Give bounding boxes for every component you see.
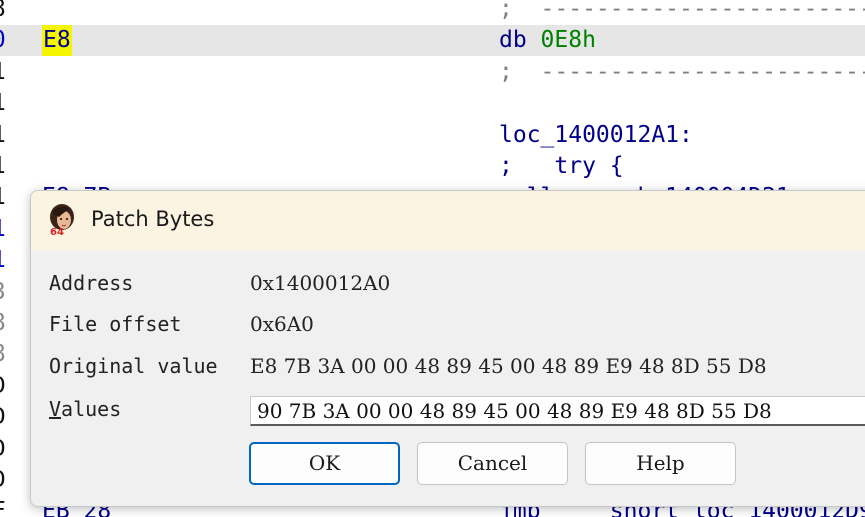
dialog-title: Patch Bytes [91, 207, 215, 231]
disasm-address: A8 [0, 308, 6, 339]
disasm-row[interactable]: A0 E8 db 0E8h [0, 25, 865, 57]
disasm-row[interactable]: A1 [0, 88, 865, 119]
disasm-address: A1 [0, 88, 6, 119]
help-button[interactable]: Help [585, 442, 736, 485]
values-label-mnemonic: V [49, 397, 62, 421]
disasm-code-part: ; try { [499, 153, 624, 179]
disasm-address: DD [0, 371, 6, 402]
original-value: E8 7B 3A 00 00 48 89 45 00 48 89 E9 48 8… [250, 354, 767, 378]
disasm-address: A1 [0, 120, 6, 151]
original-value-label: Original value [49, 354, 218, 378]
disasm-address: A3 [0, 277, 6, 308]
disasm-row[interactable]: 98 ; ------------------------------------… [0, 0, 865, 25]
ida-app-icon: 64 [47, 203, 79, 238]
disasm-address: 98 [0, 0, 6, 25]
disasm-address: A1 [0, 151, 6, 182]
disasm-row[interactable]: A1 ; try { [0, 151, 865, 182]
disasm-code: ; ------------------------------------- [499, 57, 865, 88]
disasm-address: DD [0, 402, 6, 433]
dialog-titlebar[interactable]: 64 Patch Bytes [31, 191, 865, 251]
disasm-row[interactable]: A1 ; ------------------------------------… [0, 57, 865, 88]
disasm-code-part: db [499, 27, 541, 54]
disasm-code: loc_1400012A1: [499, 120, 693, 151]
disasm-row[interactable]: A1 loc_1400012A1: [0, 120, 865, 151]
disasm-address: DD [0, 434, 6, 465]
disasm-address: A1 [0, 245, 6, 276]
disasm-code: ; try { [499, 151, 624, 182]
file-offset-value: 0x6A0 [250, 312, 314, 336]
values-input[interactable]: 90 7B 3A 00 00 48 89 45 00 48 89 E9 48 8… [250, 396, 865, 426]
patch-bytes-dialog: 64 Patch Bytes Address 0x1400012A0 File … [30, 190, 865, 507]
values-label: Values [49, 397, 121, 421]
svg-text:64: 64 [50, 227, 64, 237]
disasm-code: db 0E8h [499, 25, 596, 56]
disasm-code-part: loc_1400012A1: [499, 121, 693, 148]
disasm-code-part: 0E8h [540, 27, 596, 54]
disasm-code: ; ------------------------------------- [499, 0, 865, 25]
disasm-code-part: ; ------------------------------------- [499, 58, 865, 85]
disasm-address: DF [0, 496, 6, 517]
disasm-address: DD [0, 465, 6, 496]
disasm-address: A1 [0, 182, 6, 213]
cancel-button[interactable]: Cancel [417, 442, 568, 485]
disasm-address: A1 [0, 214, 6, 245]
address-label: Address [49, 271, 134, 295]
disasm-address: A1 [0, 57, 6, 88]
disasm-bytes: E8 [42, 25, 72, 57]
disasm-code-part: ; ------------------------------------- [499, 0, 865, 22]
ok-button[interactable]: OK [249, 442, 400, 485]
address-value: 0x1400012A0 [250, 271, 391, 295]
file-offset-label: File offset [49, 312, 182, 336]
disasm-address: A0 [0, 25, 6, 56]
disasm-address: D8 [0, 339, 6, 370]
values-label-rest: alues [61, 397, 122, 421]
